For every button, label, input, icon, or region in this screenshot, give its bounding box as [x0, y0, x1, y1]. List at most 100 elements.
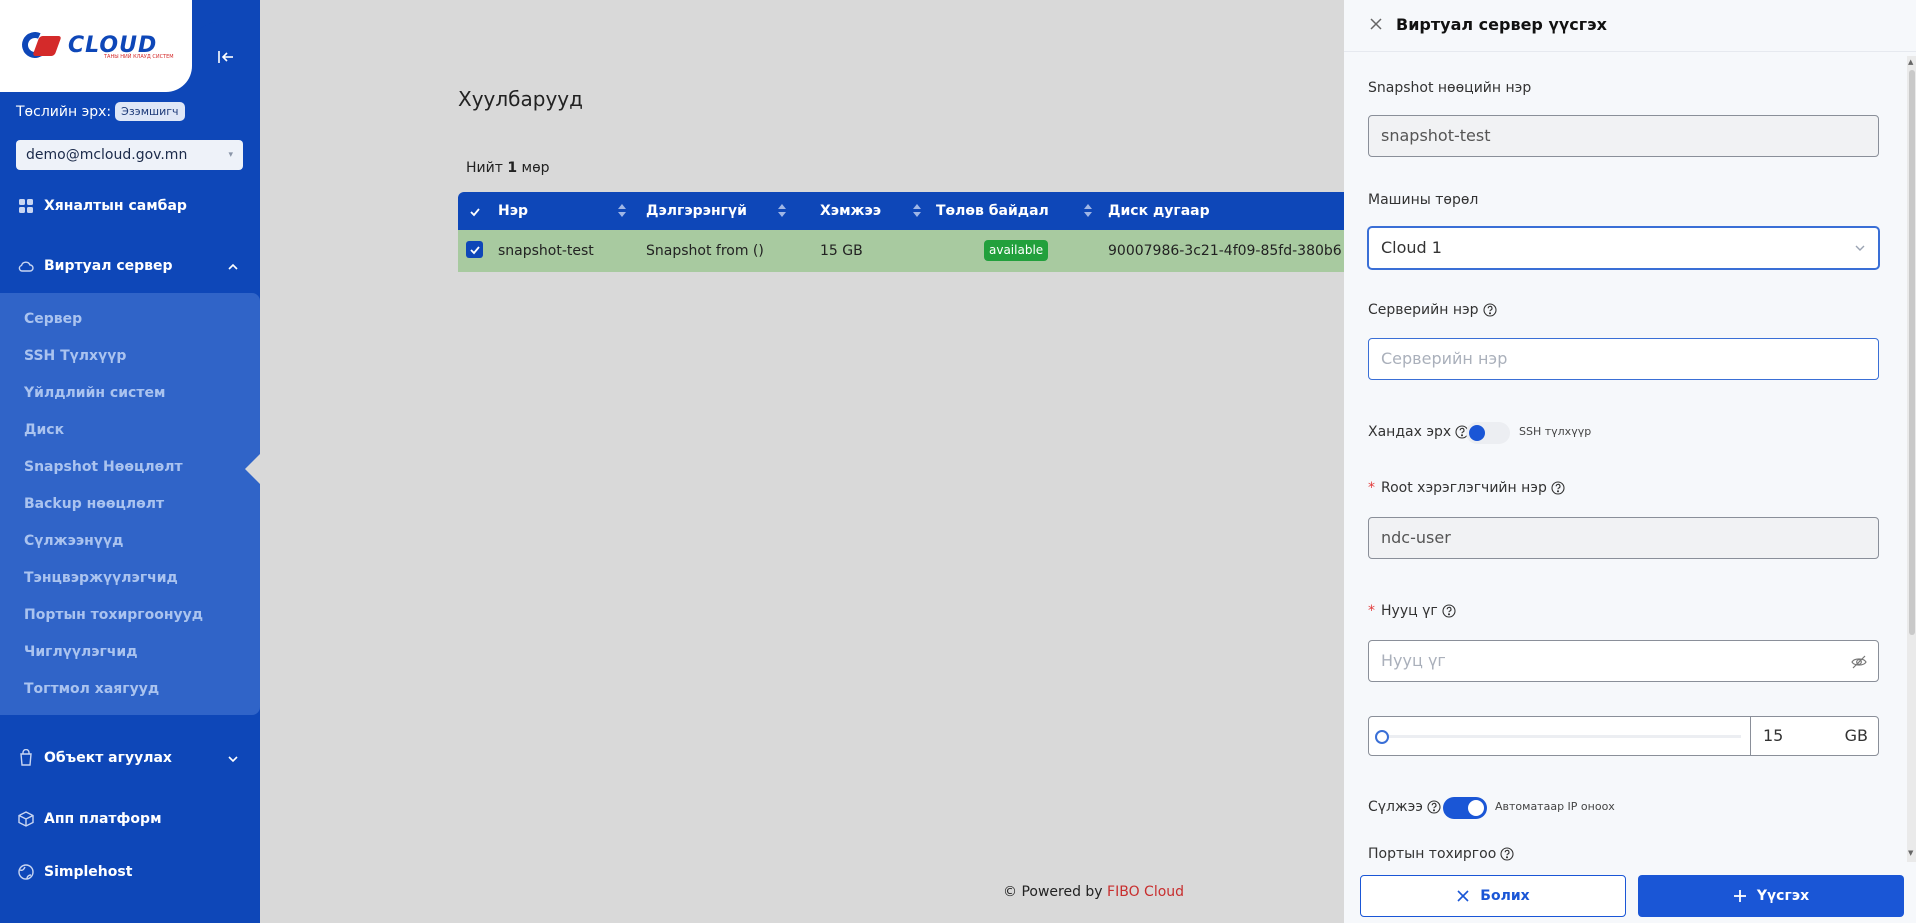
nav-virtual-server-label: Виртуал сервер: [44, 258, 173, 274]
sort-icon[interactable]: [913, 204, 921, 218]
logo[interactable]: CLOUD ТАНЫ НИЙ КЛАУД СИСТЕМ: [18, 28, 174, 62]
submenu-item[interactable]: Диск: [24, 422, 64, 438]
collapse-sidebar-button[interactable]: [192, 22, 260, 92]
drawer-header: Виртуал сервер үүсгэх: [1344, 0, 1916, 52]
slider-track[interactable]: [1381, 735, 1741, 738]
scroll-down-icon[interactable]: ▼: [1908, 849, 1913, 857]
cell-size: 15 GB: [820, 243, 863, 259]
nav-virtual-server[interactable]: Виртуал сервер: [16, 256, 173, 276]
active-indicator: [245, 454, 260, 484]
help-icon[interactable]: [1427, 800, 1441, 814]
row-checkbox[interactable]: [466, 241, 483, 258]
machine-type-select[interactable]: Cloud 1: [1368, 227, 1879, 269]
submenu-item[interactable]: Сүлжээнүүд: [24, 533, 123, 549]
project-role: Төслийн эрх: Эзэмшигч: [16, 102, 185, 121]
nav-dashboard[interactable]: Хяналтын самбар: [16, 196, 187, 216]
access-label-row: Хандах эрх: [1368, 424, 1469, 440]
snapshot-name-input[interactable]: snapshot-test: [1368, 115, 1879, 157]
status-badge: available: [984, 240, 1049, 261]
submenu-item[interactable]: Backup нөөцлөлт: [24, 496, 164, 512]
slider-handle[interactable]: [1375, 730, 1389, 744]
submenu-item[interactable]: Портын тохиргоонууд: [24, 607, 203, 623]
scrollbar-thumb[interactable]: [1909, 70, 1915, 635]
port-label-row: Портын тохиргоо: [1368, 846, 1514, 862]
help-icon[interactable]: [1442, 604, 1456, 618]
sort-icon[interactable]: [618, 204, 626, 218]
network-label: Сүлжээ: [1368, 799, 1423, 815]
cell-name: snapshot-test: [498, 243, 594, 259]
server-name-input[interactable]: Серверийн нэр: [1368, 338, 1879, 380]
sort-icon[interactable]: [778, 204, 786, 218]
access-label: Хандах эрх: [1368, 424, 1452, 440]
cloud-icon: [16, 256, 36, 276]
column-header-name[interactable]: Нэр: [498, 192, 528, 230]
dashboard-icon: [16, 196, 36, 216]
chevron-up-icon[interactable]: [226, 260, 240, 274]
column-header-status[interactable]: Төлөв байдал: [936, 192, 1049, 230]
virtual-server-submenu: Сервер SSH Түлхүүр Үйлдлийн систем Диск …: [0, 293, 260, 715]
logo-area: CLOUD ТАНЫ НИЙ КЛАУД СИСТЕМ: [0, 0, 192, 92]
submenu-item[interactable]: Үйлдлийн систем: [24, 385, 165, 401]
column-header-disk-id[interactable]: Диск дугаар: [1108, 192, 1210, 230]
cube-icon: [16, 809, 36, 829]
slider-divider: [1750, 717, 1751, 755]
nav-object-storage[interactable]: Объект агуулах: [16, 748, 172, 768]
eye-off-icon[interactable]: [1850, 653, 1868, 671]
help-icon[interactable]: [1551, 481, 1565, 495]
password-input[interactable]: Нууц үг: [1368, 640, 1879, 682]
password-placeholder: Нууц үг: [1381, 651, 1446, 670]
network-label-row: Сүлжээ: [1368, 799, 1441, 815]
server-name-label-row: Серверийн нэр: [1368, 302, 1497, 318]
disk-size-slider[interactable]: 15 GB: [1368, 716, 1879, 756]
submenu-item[interactable]: Сервер: [24, 311, 82, 327]
globe-icon: [16, 862, 36, 882]
logo-tagline: ТАНЫ НИЙ КЛАУД СИСТЕМ: [104, 54, 174, 60]
port-label: Портын тохиргоо: [1368, 846, 1497, 862]
network-toggle-text: Автоматаар IP оноох: [1495, 800, 1615, 813]
role-badge: Эзэмшигч: [115, 102, 185, 121]
submenu-item[interactable]: Тогтмол хаягууд: [24, 681, 159, 697]
help-icon[interactable]: [1500, 847, 1514, 861]
required-marker: *: [1368, 480, 1375, 496]
select-all-checkbox[interactable]: [466, 203, 483, 220]
account-select[interactable]: demo@mcloud.gov.mn ▾: [16, 140, 243, 170]
drawer-title: Виртуал сервер үүсгэх: [1396, 15, 1607, 34]
nav-object-storage-label: Объект агуулах: [44, 750, 172, 766]
submenu-item-active[interactable]: Snapshot Нөөцлөлт: [24, 459, 183, 475]
submenu-item[interactable]: Тэнцвэржүүлэгчид: [24, 570, 178, 586]
disk-size-value[interactable]: 15: [1763, 717, 1783, 755]
password-label-row: * Нууц үг: [1368, 603, 1456, 619]
column-header-detail[interactable]: Дэлгэрэнгүй: [646, 192, 747, 230]
cancel-button[interactable]: Болих: [1360, 875, 1626, 917]
network-toggle[interactable]: [1443, 797, 1487, 819]
chevron-down-icon[interactable]: [226, 752, 240, 766]
role-label: Төслийн эрх:: [16, 103, 112, 120]
bucket-icon: [16, 748, 36, 768]
help-icon[interactable]: [1483, 303, 1497, 317]
sidebar: CLOUD ТАНЫ НИЙ КЛАУД СИСТЕМ Төслийн эрх:…: [0, 0, 260, 923]
account-value: demo@mcloud.gov.mn: [26, 147, 188, 163]
footer: © Powered by FIBO Cloud: [1003, 884, 1185, 900]
row-count: Нийт 1 мөр: [466, 160, 550, 176]
chevron-down-icon: ▾: [228, 150, 233, 160]
scroll-up-icon[interactable]: ▲: [1908, 58, 1913, 66]
footer-brand-link[interactable]: FIBO Cloud: [1107, 884, 1184, 900]
column-header-size[interactable]: Хэмжээ: [820, 192, 881, 230]
submenu-item[interactable]: Чиглүүлэгчид: [24, 644, 138, 660]
access-toggle[interactable]: [1466, 422, 1510, 444]
check-icon: [469, 207, 480, 216]
root-user-input[interactable]: ndc-user: [1368, 517, 1879, 559]
nav-app-platform[interactable]: Апп платформ: [16, 809, 162, 829]
logo-mark-icon: [18, 28, 64, 62]
create-button[interactable]: Үүсгэх: [1638, 875, 1904, 917]
page-title: Хуулбарууд: [458, 87, 583, 111]
close-icon[interactable]: [1368, 16, 1384, 32]
sort-icon[interactable]: [1084, 204, 1092, 218]
root-user-label: Root хэрэглэгчийн нэр: [1381, 480, 1547, 496]
chevron-down-icon: [1854, 228, 1866, 268]
nav-simplehost[interactable]: Simplehost: [16, 862, 132, 882]
password-label: Нууц үг: [1381, 603, 1438, 619]
nav-simplehost-label: Simplehost: [44, 864, 133, 880]
access-toggle-text: SSH түлхүүр: [1519, 425, 1592, 438]
submenu-item[interactable]: SSH Түлхүүр: [24, 348, 126, 364]
